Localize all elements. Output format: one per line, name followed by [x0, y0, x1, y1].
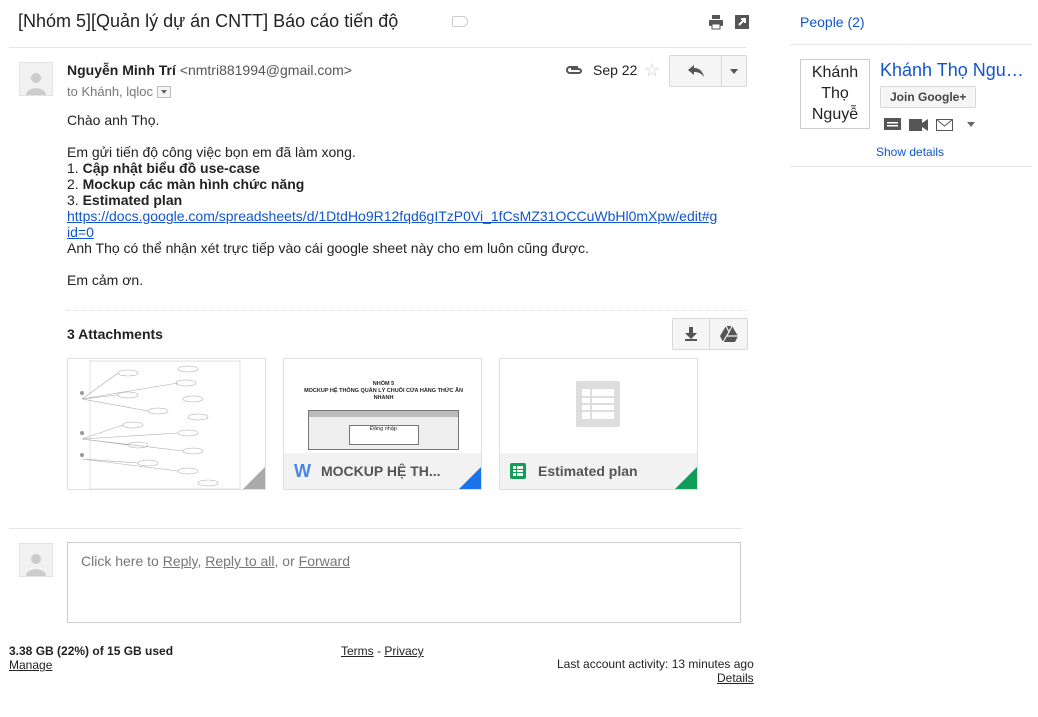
people-header[interactable]: People (2) [800, 14, 865, 30]
preview-window: Đăng nhập [308, 410, 459, 450]
mockup-preview: NHÓM 5 MOCKUP HỆ THỐNG QUẢN LÝ CHUỖI CỬA… [284, 359, 481, 455]
join-google-plus-button[interactable]: Join Google+ [880, 86, 977, 108]
reply-all-link[interactable]: Reply to all [205, 553, 274, 569]
details-dropdown-icon[interactable] [157, 85, 172, 98]
sender-name: Nguyễn Minh Trí [67, 62, 176, 78]
person-icon [26, 73, 46, 95]
subject-title: [Nhóm 5][Quản lý dự án CNTT] Báo cáo tiế… [18, 11, 399, 31]
chat-icon[interactable] [884, 118, 901, 131]
reply-link[interactable]: Reply [163, 553, 198, 569]
reply-button-group [669, 55, 747, 87]
reply-arrow-icon [687, 65, 704, 77]
message-body: Chào anh Thọ. Em gửi tiến độ công việc b… [67, 112, 747, 288]
divider [790, 166, 1032, 167]
preview-subtitle: MOCKUP HỆ THỐNG QUẢN LÝ CHUỖI CỬA HÀNG T… [304, 388, 463, 401]
closing: Em cảm ơn. [67, 272, 144, 288]
chevron-down-icon [730, 68, 738, 74]
link-line-2[interactable]: id=0 [67, 224, 94, 240]
list-num: 3. [67, 192, 79, 208]
reply-box[interactable]: Click here to Reply, Reply to all, or Fo… [67, 542, 741, 623]
contact-photo[interactable]: Khánh Thọ Nguyễ [800, 59, 870, 129]
preview-window-bar [309, 411, 458, 417]
recipients: to Khánh, lqloc [67, 84, 172, 99]
storage-usage: 3.38 GB (22%) of 15 GB used [9, 644, 174, 658]
preview-title: NHÓM 5 [372, 381, 395, 387]
preview-login: Đăng nhập [348, 425, 419, 445]
corner-fold [459, 467, 481, 489]
save-to-drive-button[interactable] [710, 319, 747, 349]
details-link[interactable]: Details [717, 671, 754, 685]
forward-link[interactable]: Forward [299, 553, 350, 569]
separator: - [373, 644, 385, 658]
list-num: 2. [67, 176, 79, 192]
list-item: 3. Estimated plan [67, 192, 747, 208]
sender[interactable]: Nguyễn Minh Trí <nmtri881994@gmail.com> [67, 62, 352, 78]
privacy-link[interactable]: Privacy [384, 644, 423, 658]
intro: Em gửi tiến độ công việc bọn em đã làm x… [67, 144, 356, 160]
attachment-bar: W MOCKUP HỆ TH... [284, 453, 481, 489]
sender-email: <nmtri881994@gmail.com> [179, 62, 352, 78]
terms-link[interactable]: Terms [341, 644, 374, 658]
greeting: Chào anh Thọ. [67, 112, 160, 128]
footer-links: Terms - Privacy [341, 644, 424, 658]
more-actions-button[interactable] [722, 56, 746, 86]
note: Anh Thọ có thể nhận xét trực tiếp vào cá… [67, 240, 589, 256]
attachments-divider [67, 310, 747, 311]
spreadsheet-icon [576, 381, 620, 430]
list-num: 1. [67, 160, 79, 176]
manage-link[interactable]: Manage [9, 658, 52, 672]
label-icon[interactable] [452, 16, 468, 27]
last-activity: Last account activity: 13 minutes ago [557, 657, 754, 671]
attachment-bar: Estimated plan [500, 453, 697, 489]
attachment-name: Estimated plan [538, 463, 638, 479]
attachment-actions [672, 318, 748, 350]
download-all-button[interactable] [673, 319, 710, 349]
reply-button[interactable] [670, 56, 722, 86]
list-item: 2. Mockup các màn hình chức năng [67, 176, 747, 192]
link-line-1[interactable]: https://docs.google.com/spreadsheets/d/1… [67, 208, 717, 224]
corner-fold [675, 467, 697, 489]
separator: , or [274, 553, 299, 569]
contact-name[interactable]: Khánh Thọ Ngu… [880, 60, 1024, 81]
reply-prompt: Click here to [81, 553, 163, 569]
divider [9, 528, 742, 529]
email-icon[interactable] [936, 118, 953, 131]
divider [790, 44, 1032, 45]
divider [9, 47, 747, 48]
attachment-card-plan[interactable]: Estimated plan [499, 358, 698, 490]
download-icon [685, 327, 697, 341]
list-text: Estimated plan [82, 192, 183, 208]
attachment-card-mockup[interactable]: NHÓM 5 MOCKUP HỆ THỐNG QUẢN LÝ CHUỖI CỬA… [283, 358, 482, 490]
person-icon [26, 554, 46, 576]
drive-icon [719, 326, 738, 342]
recipients-line: to Khánh, lqloc [67, 84, 154, 99]
contact-actions [884, 118, 975, 131]
attachment-name: MOCKUP HỆ TH... [321, 463, 441, 479]
paperclip-icon [564, 63, 584, 80]
word-icon: W [294, 460, 311, 481]
attachment-card-usecase[interactable] [67, 358, 266, 490]
message-date: Sep 22 [593, 62, 638, 78]
sheets-icon [510, 463, 526, 479]
usecase-diagram-thumbnail [80, 360, 241, 489]
video-icon[interactable] [909, 118, 928, 131]
list-text: Cập nhật biểu đồ use-case [82, 160, 260, 176]
sender-avatar [19, 62, 53, 96]
new-window-icon[interactable] [734, 14, 750, 30]
my-avatar [19, 543, 53, 577]
corner-fold [243, 467, 265, 489]
spreadsheet-link[interactable]: https://docs.google.com/spreadsheets/d/1… [67, 208, 747, 240]
list-text: Mockup các màn hình chức năng [82, 176, 305, 192]
contact-photo-alt: Khánh Thọ Nguyễ [811, 64, 859, 123]
attachments-title: 3 Attachments [67, 326, 163, 342]
show-details-link[interactable]: Show details [876, 145, 944, 159]
chevron-down-icon[interactable] [967, 122, 975, 127]
print-icon[interactable] [708, 14, 724, 30]
list-item: 1. Cập nhật biểu đồ use-case [67, 160, 747, 176]
star-icon[interactable]: ☆ [644, 60, 660, 81]
